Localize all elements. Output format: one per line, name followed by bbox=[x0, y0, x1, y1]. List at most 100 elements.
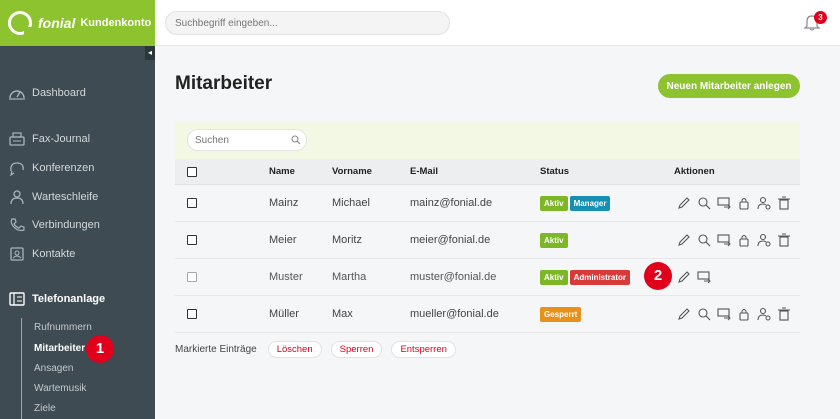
table-row: Muster Martha muster@fonial.de Aktiv Adm… bbox=[175, 259, 800, 296]
cell-name: Müller bbox=[269, 308, 299, 320]
sidebar-subitem-wartemusik[interactable]: Wartemusik bbox=[34, 383, 86, 394]
device-transfer-icon[interactable] bbox=[717, 307, 731, 321]
sidebar-collapse-button[interactable]: ◂ bbox=[145, 46, 155, 60]
sidebar-item-label: Telefonanlage bbox=[32, 293, 106, 305]
phone-icon bbox=[10, 218, 25, 232]
sidebar-item-konferenzen[interactable]: Konferenzen bbox=[8, 160, 94, 176]
pbx-icon bbox=[9, 292, 25, 306]
column-header-email[interactable]: E-Mail bbox=[410, 159, 438, 184]
sidebar-subitem-ansagen[interactable]: Ansagen bbox=[34, 363, 73, 374]
sidebar-subitem-mitarbeiter[interactable]: Mitarbeiter bbox=[34, 343, 85, 354]
cell-vorname: Moritz bbox=[332, 234, 362, 246]
cell-vorname: Michael bbox=[332, 197, 370, 209]
sidebar-subitem-rufnummern[interactable]: Rufnummern bbox=[34, 322, 92, 333]
edit-icon[interactable] bbox=[677, 270, 691, 284]
table-header-row: Name Vorname E-Mail Status Aktionen bbox=[175, 159, 800, 185]
sidebar-subitem-ziele[interactable]: Ziele bbox=[34, 403, 56, 414]
cell-name: Muster bbox=[269, 271, 303, 283]
search-icon[interactable] bbox=[291, 135, 301, 145]
submenu-rail bbox=[21, 318, 22, 419]
status-badge-gesperrt: Gesperrt bbox=[540, 306, 582, 322]
column-header-name[interactable]: Name bbox=[269, 159, 295, 184]
lock-icon[interactable] bbox=[737, 233, 751, 247]
device-transfer-icon[interactable] bbox=[697, 270, 711, 284]
table-row: Mainz Michael mainz@fonial.de Aktiv Mana… bbox=[175, 185, 800, 222]
cell-name: Mainz bbox=[269, 197, 299, 209]
edit-icon[interactable] bbox=[677, 307, 691, 321]
user-settings-icon[interactable] bbox=[757, 307, 771, 321]
cell-vorname: Max bbox=[332, 308, 353, 320]
cell-email: mainz@fonial.de bbox=[410, 197, 493, 209]
column-header-status[interactable]: Status bbox=[540, 159, 569, 184]
sidebar-item-label: Warteschleife bbox=[32, 191, 99, 203]
bulk-actions: Markierte Einträge Löschen Sperren Entsp… bbox=[175, 341, 465, 358]
gauge-icon bbox=[9, 90, 25, 100]
annotation-badge-2: 2 bbox=[644, 262, 672, 290]
brand-header[interactable]: fonial Kundenkonto bbox=[0, 0, 155, 46]
search-icon[interactable] bbox=[697, 307, 711, 321]
user-settings-icon[interactable] bbox=[757, 233, 771, 247]
sidebar-item-label: Fax-Journal bbox=[32, 133, 91, 145]
contacts-icon bbox=[10, 247, 24, 261]
edit-icon[interactable] bbox=[677, 233, 691, 247]
brand-name: fonial bbox=[38, 15, 76, 31]
fax-icon bbox=[9, 132, 25, 146]
sidebar-item-label: Verbindungen bbox=[32, 219, 100, 231]
sidebar-item-verbindungen[interactable]: Verbindungen bbox=[8, 217, 100, 233]
trash-icon[interactable] bbox=[777, 307, 791, 321]
employees-table: Name Vorname E-Mail Status Aktionen Main… bbox=[175, 159, 800, 333]
fonial-logo-icon bbox=[8, 11, 33, 36]
device-transfer-icon[interactable] bbox=[717, 196, 731, 210]
row-checkbox[interactable] bbox=[187, 309, 197, 319]
annotation-badge-1: 1 bbox=[86, 335, 114, 363]
bulk-lock-button[interactable]: Sperren bbox=[330, 341, 383, 358]
row-checkbox[interactable] bbox=[187, 198, 197, 208]
brand-subtitle: Kundenkonto bbox=[80, 17, 152, 29]
row-checkbox[interactable] bbox=[187, 235, 197, 245]
bulk-actions-label: Markierte Einträge bbox=[175, 344, 257, 355]
queue-icon bbox=[10, 190, 24, 205]
user-settings-icon[interactable] bbox=[757, 196, 771, 210]
lock-icon[interactable] bbox=[737, 307, 751, 321]
select-all-checkbox[interactable] bbox=[187, 166, 197, 177]
global-search-input[interactable] bbox=[165, 11, 450, 35]
page-title: Mitarbeiter bbox=[175, 73, 273, 94]
filter-search-input[interactable] bbox=[187, 129, 307, 151]
row-checkbox-disabled bbox=[187, 272, 197, 282]
role-badge-administrator: Administrator bbox=[569, 269, 631, 285]
table-row: Müller Max mueller@fonial.de Gesperrt bbox=[175, 296, 800, 333]
cell-email: mueller@fonial.de bbox=[410, 308, 499, 320]
add-employee-button[interactable]: Neuen Mitarbeiter anlegen bbox=[658, 74, 800, 98]
sidebar-item-label: Kontakte bbox=[32, 248, 76, 260]
filter-bar bbox=[175, 121, 800, 159]
column-header-aktionen: Aktionen bbox=[674, 166, 715, 177]
sidebar-item-label: Konferenzen bbox=[32, 162, 95, 174]
cell-email: meier@fonial.de bbox=[410, 234, 491, 246]
bulk-delete-button[interactable]: Löschen bbox=[267, 341, 322, 358]
status-badge-aktiv: Aktiv bbox=[540, 269, 568, 285]
sidebar-item-telefonanlage[interactable]: Telefonanlage bbox=[8, 291, 105, 307]
sidebar-item-label: Dashboard bbox=[32, 87, 86, 99]
lock-icon[interactable] bbox=[737, 196, 751, 210]
trash-icon[interactable] bbox=[777, 233, 791, 247]
column-header-vorname[interactable]: Vorname bbox=[332, 159, 372, 184]
edit-icon[interactable] bbox=[677, 196, 691, 210]
conference-icon bbox=[10, 162, 24, 176]
cell-vorname: Martha bbox=[332, 271, 367, 283]
notification-count-badge: 3 bbox=[814, 11, 827, 24]
status-badge-aktiv: Aktiv bbox=[540, 195, 568, 211]
bulk-unlock-button[interactable]: Entsperren bbox=[391, 341, 456, 358]
sidebar-item-kontakte[interactable]: Kontakte bbox=[8, 246, 75, 262]
table-row: Meier Moritz meier@fonial.de Aktiv bbox=[175, 222, 800, 259]
device-transfer-icon[interactable] bbox=[717, 233, 731, 247]
sidebar-item-dashboard[interactable]: Dashboard bbox=[8, 85, 86, 101]
search-icon[interactable] bbox=[697, 196, 711, 210]
topbar: 3 bbox=[155, 0, 840, 46]
sidebar-item-warteschleife[interactable]: Warteschleife bbox=[8, 189, 98, 205]
sidebar: fonial Kundenkonto ◂ Dashboard Fax-Journ… bbox=[0, 0, 155, 419]
search-icon[interactable] bbox=[697, 233, 711, 247]
cell-email: muster@fonial.de bbox=[410, 271, 497, 283]
sidebar-item-fax-journal[interactable]: Fax-Journal bbox=[8, 131, 90, 147]
status-badge-aktiv: Aktiv bbox=[540, 232, 568, 248]
trash-icon[interactable] bbox=[777, 196, 791, 210]
